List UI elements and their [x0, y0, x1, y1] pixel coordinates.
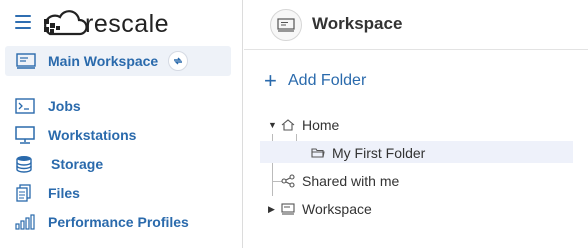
tree-node-shared-with-me[interactable]: Shared with me — [280, 170, 399, 192]
folder-open-icon — [310, 146, 326, 160]
tree-node-my-first-folder[interactable]: My First Folder — [310, 142, 425, 164]
main-workspace-selector[interactable]: Main Workspace — [5, 46, 231, 76]
switch-workspace-button[interactable] — [168, 51, 189, 71]
monitor-icon — [15, 125, 37, 145]
tree-node-label: Workspace — [302, 201, 372, 217]
main-workspace-label: Main Workspace — [48, 53, 159, 69]
tree-node-label: Home — [302, 117, 340, 133]
sidebar-item-workstations[interactable]: Workstations — [15, 124, 136, 146]
sidebar-item-label: Performance Profiles — [48, 214, 189, 230]
sidebar-item-files[interactable]: Files — [15, 182, 80, 204]
workspace-icon — [16, 53, 36, 69]
database-icon — [15, 154, 37, 174]
workspace-icon — [280, 202, 296, 216]
sidebar-item-performance-profiles[interactable]: Performance Profiles — [15, 211, 189, 233]
swap-arrows-icon — [174, 57, 183, 65]
sidebar-item-storage[interactable]: Storage — [15, 153, 103, 175]
hamburger-menu-icon[interactable] — [15, 15, 31, 29]
page-header: Workspace — [244, 0, 588, 50]
terminal-icon — [15, 96, 37, 116]
sidebar-item-label: Storage — [51, 156, 104, 172]
tree-node-workspace[interactable]: ▶ Workspace — [268, 198, 372, 220]
workspace-icon — [270, 9, 302, 41]
add-folder-button[interactable]: + Add Folder — [264, 68, 367, 93]
cloud-logo-icon — [44, 10, 88, 36]
logo-text: rescale — [85, 9, 170, 38]
sidebar-item-jobs[interactable]: Jobs — [15, 95, 81, 117]
tree-node-label: Shared with me — [302, 173, 400, 189]
plus-icon: + — [264, 68, 277, 93]
share-icon — [280, 174, 296, 188]
home-icon — [280, 118, 296, 132]
sidebar-item-label: Files — [48, 185, 80, 201]
bar-chart-icon — [15, 212, 37, 232]
sidebar-item-label: Workstations — [48, 127, 137, 143]
page-title: Workspace — [312, 14, 403, 33]
main-panel: Workspace + Add Folder ▼ Home My First F… — [244, 0, 588, 248]
tree-node-label: My First Folder — [332, 145, 426, 161]
add-folder-label: Add Folder — [288, 72, 367, 89]
caret-down-icon[interactable]: ▼ — [268, 120, 280, 130]
caret-right-icon[interactable]: ▶ — [268, 204, 280, 215]
sidebar: rescale Main Workspace Jobs Workstations… — [0, 0, 243, 248]
files-icon — [15, 183, 37, 203]
tree-node-home[interactable]: ▼ Home — [268, 114, 339, 136]
rescale-logo: rescale — [40, 9, 169, 39]
sidebar-item-label: Jobs — [48, 98, 81, 114]
